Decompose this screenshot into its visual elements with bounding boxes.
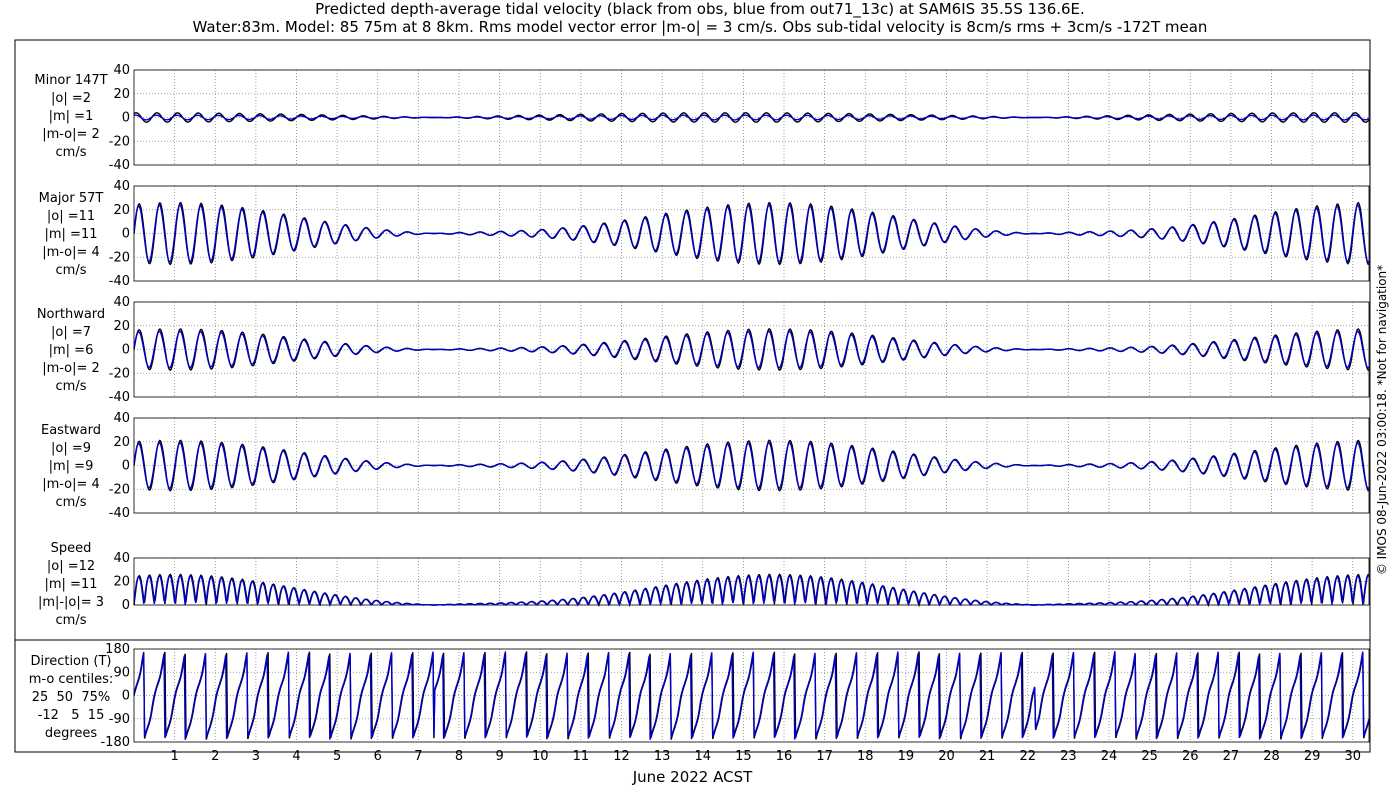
x-tick-label: 12 <box>613 749 630 764</box>
x-tick-label: 24 <box>1101 749 1118 764</box>
x-tick-label: 14 <box>694 749 711 764</box>
panel-label-major: Major 57T |o| =11 |m| =11 |m-o|= 4 cm/s <box>38 191 104 278</box>
x-tick-label: 18 <box>857 749 874 764</box>
x-tick-label: 28 <box>1263 749 1280 764</box>
x-tick-label: 17 <box>816 749 833 764</box>
x-tick-label: 21 <box>979 749 996 764</box>
x-tick-label: 16 <box>776 749 793 764</box>
x-tick-label: 29 <box>1304 749 1321 764</box>
panel-label-eastward: Eastward |o| =9 |m| =9 |m-o|= 4 cm/s <box>40 423 102 510</box>
x-tick-label: 27 <box>1223 749 1240 764</box>
x-tick-label: 20 <box>938 749 955 764</box>
x-tick-label: 3 <box>252 749 260 764</box>
x-tick-label: 23 <box>1060 749 1077 764</box>
chart-canvas: -40-2002040-40-2002040-40-2002040-40-200… <box>14 39 1371 764</box>
panel-label-direction: Direction (T) m-o centiles: 25 50 75% -1… <box>28 654 114 741</box>
x-tick-label: 15 <box>735 749 752 764</box>
x-tick-label: 30 <box>1344 749 1361 764</box>
x-tick-label: 13 <box>654 749 671 764</box>
x-tick-label: 9 <box>495 749 503 764</box>
x-tick-label: 25 <box>1141 749 1158 764</box>
panel-label-northward: Northward |o| =7 |m| =6 |m-o|= 2 cm/s <box>36 307 106 394</box>
x-tick-label: 1 <box>170 749 178 764</box>
x-tick-label: 7 <box>414 749 422 764</box>
x-tick-label: 26 <box>1182 749 1199 764</box>
x-tick-label: 10 <box>532 749 549 764</box>
x-tick-label: 4 <box>292 749 300 764</box>
panel-label-minor: Minor 147T |o| =2 |m| =1 |m-o|= 2 cm/s <box>34 73 108 160</box>
series-model-direction <box>133 651 1370 740</box>
x-tick-label: 2 <box>211 749 219 764</box>
credit-text: © IMOS 08-Jun-2022 03:00:18. *Not for na… <box>1375 264 1389 576</box>
panel-label-speed: Speed |o| =12 |m| =11 |m|-|o|= 3 cm/s <box>37 541 105 628</box>
x-tick-label: 8 <box>455 749 463 764</box>
x-tick-label: 6 <box>374 749 382 764</box>
x-tick-label: 19 <box>898 749 915 764</box>
x-tick-label: 5 <box>333 749 341 764</box>
x-tick-label: 22 <box>1019 749 1036 764</box>
x-axis-label: June 2022 ACST <box>632 768 753 786</box>
x-tick-label: 11 <box>573 749 590 764</box>
